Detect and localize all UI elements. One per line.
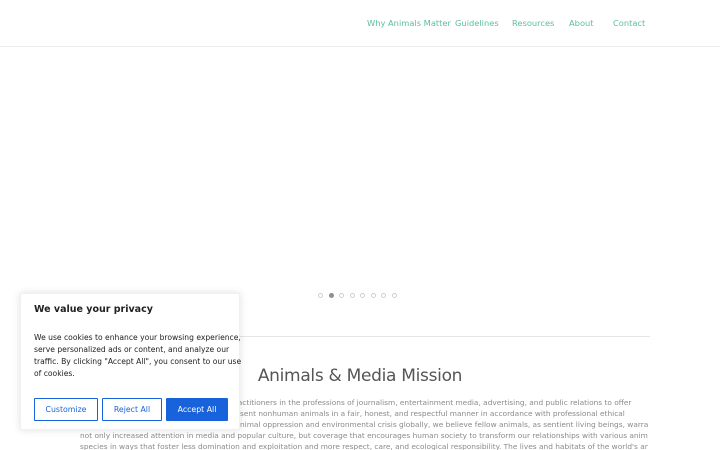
cookie-text-line: serve personalized ads or content, and a… [34,345,230,354]
cookie-banner-title: We value your privacy [34,304,153,315]
mission-text-line: species in ways that foster less dominat… [80,442,648,450]
mission-text-line: not only increased attention in media an… [80,431,648,440]
nav-contact[interactable]: Contact [613,18,645,28]
slider-dot[interactable] [339,293,344,298]
cookie-text-line: traffic. By clicking "Accept All", you c… [34,357,242,366]
cookie-text-line: of cookies. [34,369,75,378]
accept-all-button[interactable]: Accept All [166,398,228,421]
nav-why-animals-matter[interactable]: Why Animals Matter [367,18,451,28]
slider-dot[interactable] [360,293,365,298]
slider-dot[interactable] [370,293,376,298]
nav-guidelines[interactable]: Guidelines [455,18,499,28]
nav-about[interactable]: About [569,18,594,28]
customize-button[interactable]: Customize [34,398,98,421]
main-nav: Why Animals Matter Guidelines Resources … [0,18,720,30]
site-header: Why Animals Matter Guidelines Resources … [0,0,720,47]
slider-dot[interactable] [381,293,386,298]
slider-dot[interactable] [391,293,397,298]
reject-all-button[interactable]: Reject All [102,398,162,421]
slider-pagination [318,293,402,301]
hero-slider [0,48,720,310]
cookie-text-line: We use cookies to enhance your browsing … [34,333,241,342]
slider-dot[interactable] [349,293,355,298]
cookie-consent-banner: We value your privacy We use cookies to … [20,293,242,430]
nav-resources[interactable]: Resources [512,18,554,28]
slider-dot[interactable] [318,293,323,298]
slider-dot[interactable] [328,293,334,298]
cookie-banner-text: We use cookies to enhance your browsing … [34,332,242,380]
